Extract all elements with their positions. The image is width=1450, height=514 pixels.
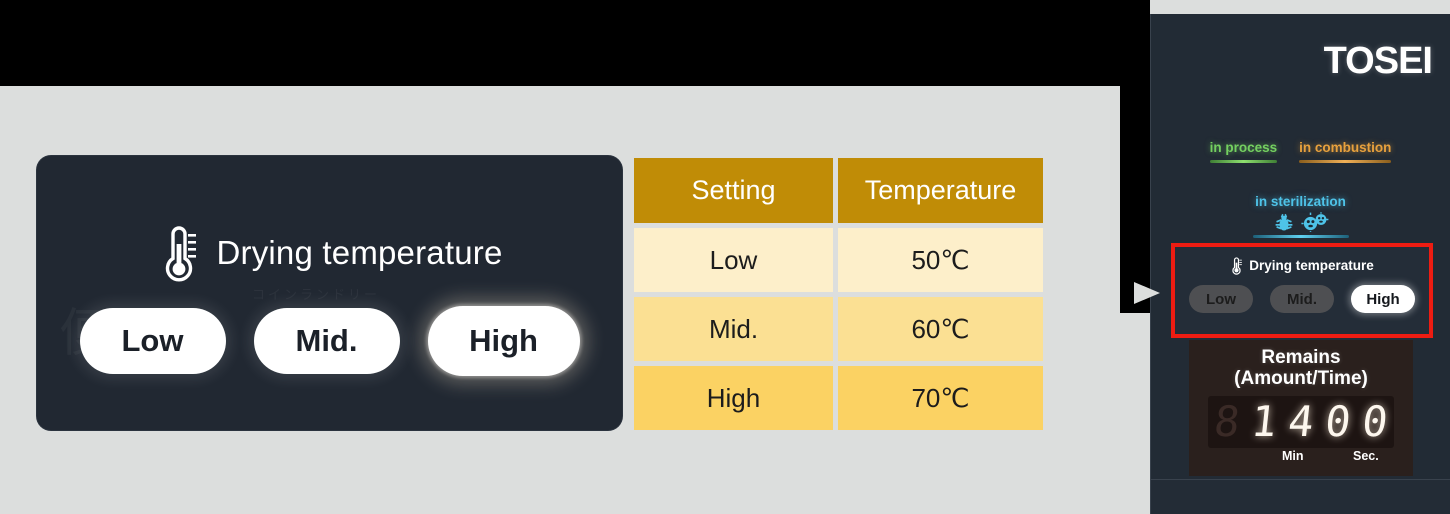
- option-mid-button[interactable]: Mid.: [253, 308, 400, 374]
- remains-title-line2: (Amount/Time): [1234, 368, 1368, 389]
- device-panel: TOSEI in process in combustion in steril…: [1150, 14, 1450, 514]
- segment-unit-labels: Min Sec.: [1208, 449, 1394, 465]
- segment-digit-5: 0: [1359, 397, 1391, 446]
- status-in-combustion-label: in combustion: [1299, 140, 1392, 155]
- pointer-arrow-icon: [1134, 282, 1160, 304]
- status-in-sterilization-label: in sterilization: [1255, 194, 1346, 209]
- bacteria-icon: [1300, 212, 1328, 232]
- thermometer-icon: [166, 226, 197, 282]
- sterilization-icons: [1151, 212, 1450, 232]
- table-row: High 70℃: [634, 366, 1043, 430]
- status-in-process: in process: [1209, 140, 1278, 163]
- temperature-table: Setting Temperature Low 50℃ Mid. 60℃ Hig…: [634, 158, 1043, 435]
- mite-icon: [1275, 213, 1292, 231]
- watermark-subtext: コインランドリー: [252, 287, 381, 302]
- unit-sec-label: Sec.: [1353, 449, 1379, 463]
- unit-min-label: Min: [1282, 449, 1304, 463]
- drying-temperature-card: 便 コインランドリー Drying temperature Low Mid. H…: [37, 156, 622, 430]
- cell-temp-mid: 60℃: [838, 297, 1043, 361]
- status-in-combustion: in combustion: [1299, 140, 1392, 163]
- top-black-band: [0, 0, 1120, 86]
- red-highlight-box: [1171, 243, 1433, 338]
- status-indicator-group: in process in combustion: [1151, 140, 1450, 163]
- device-bottom-bar: [1151, 480, 1450, 514]
- status-in-sterilization-bar: [1252, 235, 1349, 238]
- table-header-row: Setting Temperature: [634, 158, 1043, 223]
- segment-digit-3: 4: [1285, 397, 1317, 446]
- screenshot-root: 便 コインランドリー Drying temperature Low Mid. H…: [0, 0, 1450, 514]
- cell-setting-high: High: [634, 366, 833, 430]
- cell-temp-low: 50℃: [838, 228, 1043, 292]
- card-title: Drying temperature: [216, 234, 503, 271]
- cell-setting-mid: Mid.: [634, 297, 833, 361]
- card-header: Drying temperature: [37, 222, 622, 284]
- black-band-extension: [1120, 0, 1150, 313]
- status-in-combustion-bar: [1299, 160, 1392, 163]
- status-in-sterilization: in sterilization: [1151, 194, 1450, 238]
- status-in-process-bar: [1209, 160, 1278, 163]
- cell-setting-low: Low: [634, 228, 833, 292]
- segment-digit-1: 8: [1211, 397, 1243, 446]
- segment-digit-4: 0: [1322, 397, 1354, 446]
- segment-digit-2: 1: [1248, 397, 1280, 446]
- cell-temp-high: 70℃: [838, 366, 1043, 430]
- table-row: Low 50℃: [634, 228, 1043, 292]
- remains-title-line1: Remains: [1261, 347, 1341, 368]
- remains-title: Remains (Amount/Time): [1189, 340, 1413, 389]
- temperature-option-group: Low Mid. High: [37, 306, 622, 376]
- seven-segment-display: 8 1 4 0 0: [1208, 396, 1394, 448]
- status-in-process-label: in process: [1209, 140, 1278, 155]
- option-low-button[interactable]: Low: [79, 308, 226, 374]
- option-high-button[interactable]: High: [427, 306, 580, 376]
- header-temperature: Temperature: [838, 158, 1043, 223]
- tosei-logo: TOSEI: [1323, 40, 1433, 82]
- header-setting: Setting: [634, 158, 833, 223]
- table-row: Mid. 60℃: [634, 297, 1043, 361]
- remains-display: Remains (Amount/Time) 8 1 4 0 0 Min Sec.: [1189, 340, 1413, 476]
